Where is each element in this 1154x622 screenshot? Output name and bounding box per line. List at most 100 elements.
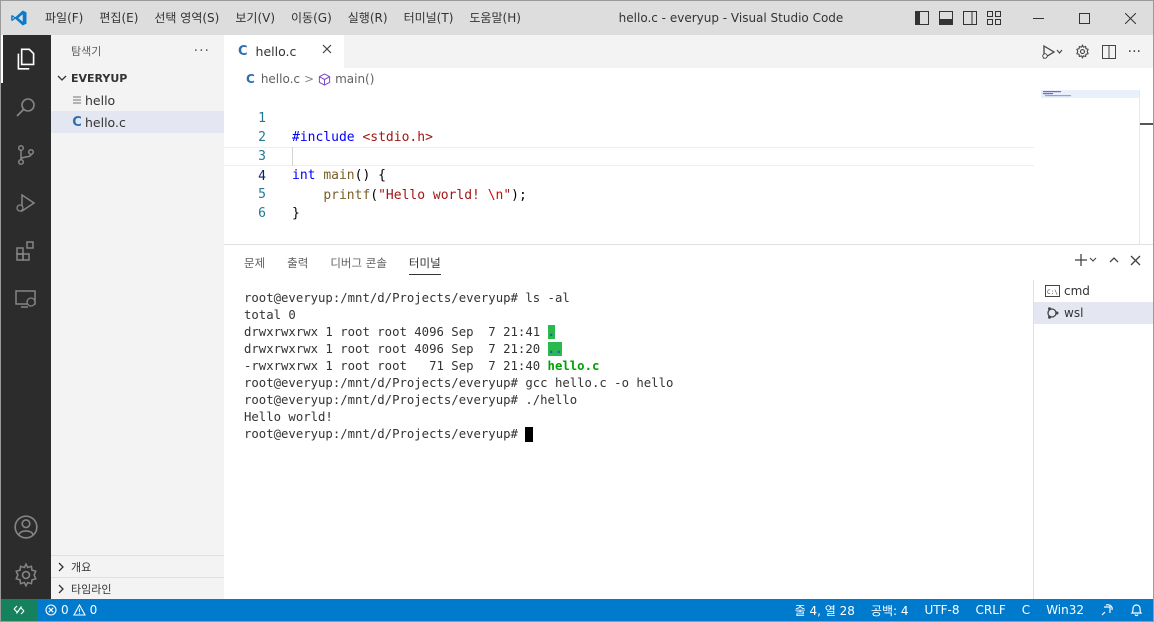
terminal-item-cmd[interactable]: C:\ cmd [1034,280,1153,302]
terminal-cursor [525,427,534,442]
minimap[interactable] [1041,90,1141,244]
tab-problems[interactable]: 문제 [244,253,265,275]
close-panel-icon[interactable] [1130,255,1141,266]
file-item-hello[interactable]: hello [51,89,224,111]
window-controls [1015,1,1153,35]
file-item-hello-c[interactable]: C hello.c [51,111,224,133]
menu-selection[interactable]: 선택 영역(S) [146,1,227,35]
more-actions-icon[interactable]: ··· [1128,44,1141,60]
outline-section[interactable]: 개요 [51,555,224,577]
code-line: 1 #include <stdio.h> [224,90,1034,145]
extensions-icon[interactable] [1,227,51,275]
run-file-icon[interactable] [1041,44,1063,60]
end-of-line[interactable]: CRLF [975,603,1005,617]
explorer-title: 탐색기 [71,45,102,58]
terminal-line: Hello world! [244,410,333,424]
chevron-right-icon [57,562,65,572]
scroll-position-marker [1140,123,1153,125]
breadcrumb-symbol[interactable]: main() [335,72,374,86]
timeline-section[interactable]: 타임라인 [51,577,224,599]
menu-terminal[interactable]: 터미널(T) [396,1,462,35]
vscode-window: 파일(F) 편집(E) 선택 영역(S) 보기(V) 이동(G) 실행(R) 터… [0,0,1154,622]
toggle-secondary-sidebar-icon[interactable] [961,9,979,27]
close-tab-icon[interactable] [322,43,332,58]
editor-actions: ··· [1041,35,1141,68]
customize-layout-icon[interactable] [985,9,1003,27]
menu-view[interactable]: 보기(V) [227,1,283,35]
terminal-line: -rwxrwxrwx 1 root root 71 Sep 7 21:40 he… [244,358,1034,375]
explorer-icon[interactable] [1,35,51,83]
editor-tab-bar: C hello.c ··· [224,35,1153,68]
remote-explorer-icon[interactable] [1,275,51,323]
indentation[interactable]: 공백: 4 [871,602,909,619]
new-terminal-icon[interactable] [1074,253,1098,267]
terminal-output[interactable]: root@everyup:/mnt/d/Projects/everyup# ls… [244,290,1034,590]
split-editor-icon[interactable] [1101,44,1116,59]
tab-debug-console[interactable]: 디버그 콘솔 [330,253,387,275]
outline-label: 개요 [71,560,92,574]
svg-text:C:\: C:\ [1047,289,1058,296]
feedback-icon[interactable] [1100,603,1114,617]
folder-everyup[interactable]: EVERYUP [51,67,224,89]
source-control-icon[interactable] [1,131,51,179]
activity-bar-bottom [1,503,51,599]
breadcrumb: C hello.c > main() [224,68,1153,90]
terminal-line: root@everyup:/mnt/d/Projects/everyup# ./… [244,393,578,407]
warning-count: 0 [89,603,98,617]
run-debug-icon[interactable] [1,179,51,227]
menu-help[interactable]: 도움말(H) [461,1,529,35]
panel-tabs: 문제 출력 디버그 콘솔 터미널 [244,253,441,277]
code-editor[interactable]: 1 #include <stdio.h> 2 3 int main() { 4 … [224,90,1153,244]
menu-go[interactable]: 이동(G) [283,1,340,35]
terminal-prompt: root@everyup:/mnt/d/Projects/everyup# [244,427,526,441]
chevron-right-icon: > [304,72,315,86]
code-line-current: 4 printf("Hello world! \n"); [224,147,1034,203]
line-number: 6 [258,206,266,221]
code-line: 5 } [224,166,1034,221]
folder-label: EVERYUP [71,71,128,85]
menu-bar: 파일(F) 편집(E) 선택 영역(S) 보기(V) 이동(G) 실행(R) 터… [37,1,529,35]
error-count: 0 [61,603,69,617]
c-file-icon: C [246,72,255,86]
menu-file[interactable]: 파일(F) [37,1,91,35]
dir-entry-current: . [547,325,555,339]
accounts-icon[interactable] [1,503,51,551]
menu-edit[interactable]: 편집(E) [91,1,146,35]
c-file-icon: C [238,44,248,59]
bottom-panel: 문제 출력 디버그 콘솔 터미널 root@everyup:/mnt/d/Pro… [224,244,1153,600]
more-actions-icon[interactable]: ··· [194,43,210,59]
menu-run[interactable]: 실행(R) [340,1,396,35]
notifications-bell-icon[interactable] [1130,603,1143,617]
status-bar: 0 0 줄 4, 열 28 공백: 4 UTF-8 CRLF C Win32 [1,599,1153,621]
error-icon [45,604,57,616]
minimize-icon[interactable] [1015,1,1061,35]
terminal-item-wsl[interactable]: wsl [1034,302,1153,324]
maximize-icon[interactable] [1061,1,1107,35]
manage-gear-icon[interactable] [1,551,51,599]
layout-controls [913,1,1003,35]
settings-gear-icon[interactable] [1075,44,1090,59]
breadcrumb-file[interactable]: hello.c [261,72,300,86]
toggle-sidebar-icon[interactable] [913,9,931,27]
tab-terminal[interactable]: 터미널 [408,253,441,275]
activity-bar [1,35,51,599]
encoding[interactable]: UTF-8 [925,603,960,617]
cursor-position[interactable]: 줄 4, 열 28 [795,602,855,619]
toggle-panel-icon[interactable] [937,9,955,27]
search-icon[interactable] [1,83,51,131]
vscode-logo-icon [1,1,37,35]
maximize-panel-icon[interactable] [1108,254,1120,266]
platform[interactable]: Win32 [1046,603,1084,617]
chevron-right-icon [57,584,65,594]
editor-scrollbar[interactable] [1139,90,1153,244]
language-mode[interactable]: C [1022,603,1030,617]
remote-indicator-icon[interactable] [1,599,37,621]
file-entry-hello-c: hello.c [547,359,600,373]
tab-output[interactable]: 출력 [287,253,308,275]
problems-status[interactable]: 0 0 [37,603,97,617]
linux-icon [1044,306,1060,320]
close-window-icon[interactable] [1107,1,1153,35]
terminal-line: total 0 [244,308,296,322]
indent-guide [292,147,293,166]
tab-hello-c[interactable]: C hello.c [224,35,344,68]
